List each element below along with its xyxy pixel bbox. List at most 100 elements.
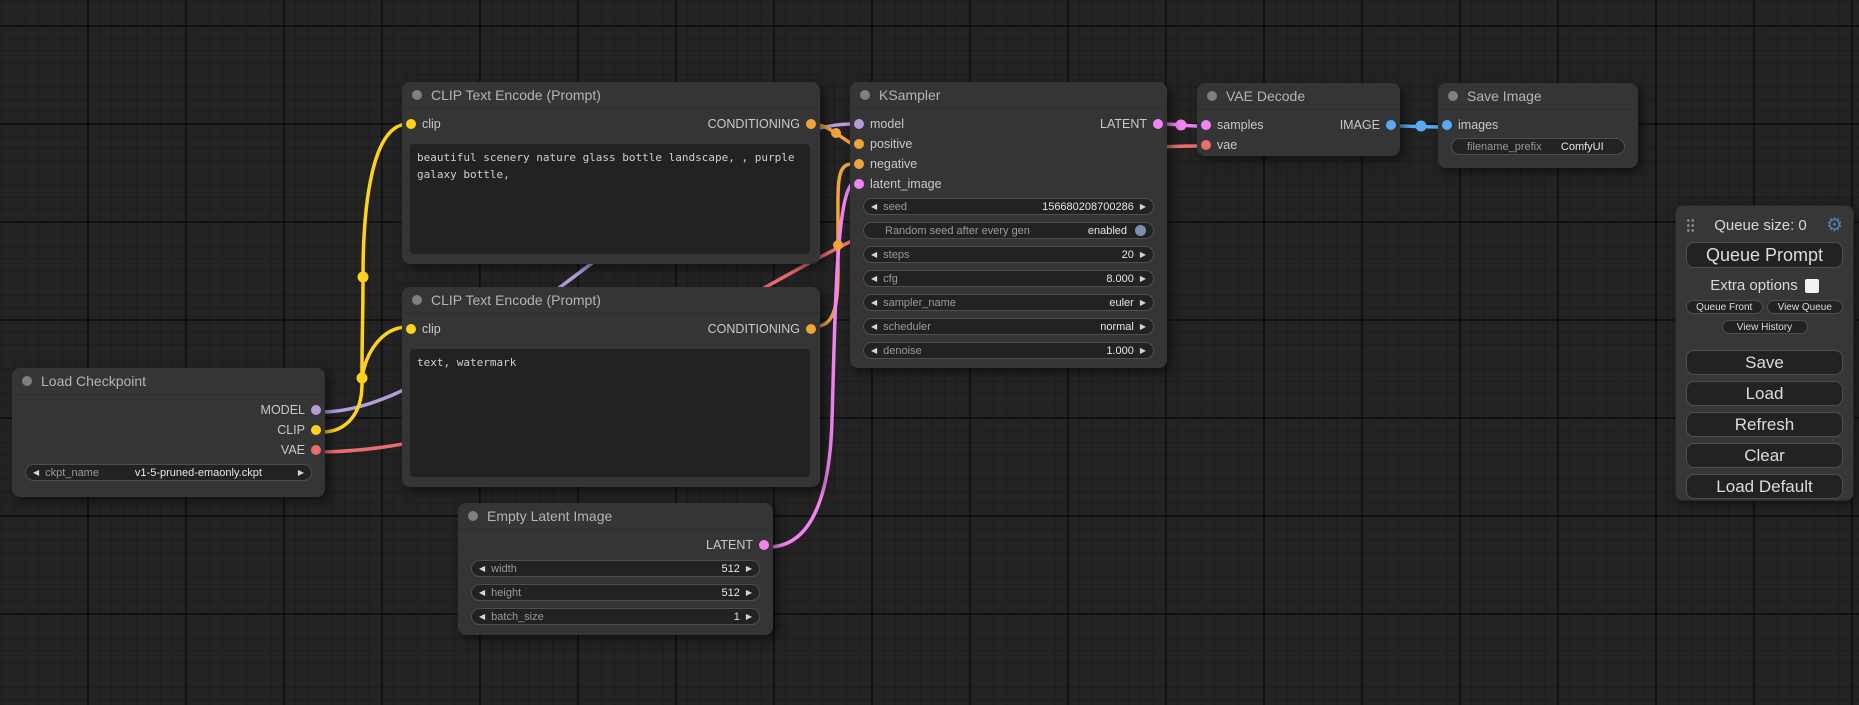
widget-value: 8.000 bbox=[1106, 273, 1134, 285]
node-header[interactable]: KSampler bbox=[850, 82, 1167, 109]
node-save-image[interactable]: Save Image images filename_prefix ComfyU… bbox=[1438, 83, 1638, 168]
queue-prompt-button[interactable]: Queue Prompt bbox=[1686, 242, 1843, 268]
link-dot-conditioning-neg[interactable] bbox=[833, 240, 843, 250]
output-label-conditioning: CONDITIONING bbox=[708, 322, 800, 336]
widget-value: 156680208700286 bbox=[1042, 201, 1134, 213]
output-port-latent[interactable] bbox=[1153, 119, 1163, 129]
increment-arrow-icon[interactable]: ▶ bbox=[1140, 347, 1146, 355]
input-port-negative[interactable] bbox=[854, 159, 864, 169]
collapse-dot-icon[interactable] bbox=[412, 295, 422, 305]
decrement-arrow-icon[interactable]: ◀ bbox=[871, 203, 877, 211]
drag-handle-icon[interactable] bbox=[1686, 218, 1695, 233]
increment-arrow-icon[interactable]: ▶ bbox=[746, 589, 752, 597]
decrement-arrow-icon[interactable]: ◀ bbox=[871, 347, 877, 355]
collapse-dot-icon[interactable] bbox=[412, 90, 422, 100]
node-vae-decode[interactable]: VAE Decode samples vae IMAGE bbox=[1197, 83, 1400, 156]
output-port-vae[interactable] bbox=[311, 445, 321, 455]
load-button[interactable]: Load bbox=[1686, 381, 1843, 406]
decrement-arrow-icon[interactable]: ◀ bbox=[871, 299, 877, 307]
widget-label: cfg bbox=[883, 273, 898, 285]
node-header[interactable]: VAE Decode bbox=[1197, 83, 1400, 110]
increment-arrow-icon[interactable]: ▶ bbox=[1140, 323, 1146, 331]
decrement-arrow-icon[interactable]: ◀ bbox=[479, 565, 485, 573]
link-dot-clip-1[interactable] bbox=[358, 272, 369, 283]
collapse-dot-icon[interactable] bbox=[860, 90, 870, 100]
prompt-textarea[interactable]: beautiful scenery nature glass bottle la… bbox=[410, 144, 810, 254]
node-empty-latent-image[interactable]: Empty Latent Image LATENT ◀ width 512 ▶ … bbox=[458, 503, 773, 635]
queue-size-label: Queue size: 0 bbox=[1695, 217, 1826, 234]
queue-front-button[interactable]: Queue Front bbox=[1686, 300, 1763, 314]
increment-arrow-icon[interactable]: ▶ bbox=[298, 469, 304, 477]
node-load-checkpoint[interactable]: Load Checkpoint MODEL CLIP VAE ◀ ckpt_na… bbox=[12, 368, 325, 497]
input-label-images: images bbox=[1458, 118, 1498, 132]
prompt-textarea[interactable]: text, watermark bbox=[410, 349, 810, 477]
link-dot-conditioning-pos[interactable] bbox=[831, 128, 841, 138]
widget-scheduler[interactable]: ◀ scheduler normal ▶ bbox=[863, 318, 1154, 335]
collapse-dot-icon[interactable] bbox=[1207, 91, 1217, 101]
input-label-positive: positive bbox=[870, 137, 912, 151]
node-header[interactable]: Empty Latent Image bbox=[458, 503, 773, 530]
widget-value: 1.000 bbox=[1106, 345, 1134, 357]
node-header[interactable]: CLIP Text Encode (Prompt) bbox=[402, 287, 820, 314]
input-port-latent-image[interactable] bbox=[854, 179, 864, 189]
settings-gear-icon[interactable]: ⚙ bbox=[1826, 216, 1843, 235]
decrement-arrow-icon[interactable]: ◀ bbox=[871, 251, 877, 259]
widget-cfg[interactable]: ◀ cfg 8.000 ▶ bbox=[863, 270, 1154, 287]
increment-arrow-icon[interactable]: ▶ bbox=[746, 565, 752, 573]
view-history-button[interactable]: View History bbox=[1722, 320, 1808, 334]
refresh-button[interactable]: Refresh bbox=[1686, 412, 1843, 437]
node-clip-text-encode-negative[interactable]: CLIP Text Encode (Prompt) clip CONDITION… bbox=[402, 287, 820, 487]
output-port-model[interactable] bbox=[311, 405, 321, 415]
output-port-image[interactable] bbox=[1386, 120, 1396, 130]
collapse-dot-icon[interactable] bbox=[468, 511, 478, 521]
queue-menu-panel[interactable]: Queue size: 0 ⚙ Queue Prompt Extra optio… bbox=[1675, 205, 1854, 501]
link-dot-clip-2[interactable] bbox=[357, 373, 368, 384]
output-port-latent[interactable] bbox=[759, 540, 769, 550]
output-port-clip[interactable] bbox=[311, 425, 321, 435]
widget-seed[interactable]: ◀ seed 156680208700286 ▶ bbox=[863, 198, 1154, 215]
view-queue-button[interactable]: View Queue bbox=[1767, 300, 1844, 314]
increment-arrow-icon[interactable]: ▶ bbox=[1140, 203, 1146, 211]
node-header[interactable]: Save Image bbox=[1438, 83, 1638, 110]
widget-height[interactable]: ◀ height 512 ▶ bbox=[471, 584, 760, 601]
output-port-conditioning[interactable] bbox=[806, 119, 816, 129]
node-header[interactable]: CLIP Text Encode (Prompt) bbox=[402, 82, 820, 109]
input-port-vae[interactable] bbox=[1201, 140, 1211, 150]
collapse-dot-icon[interactable] bbox=[1448, 91, 1458, 101]
increment-arrow-icon[interactable]: ▶ bbox=[1140, 275, 1146, 283]
decrement-arrow-icon[interactable]: ◀ bbox=[871, 323, 877, 331]
load-default-button[interactable]: Load Default bbox=[1686, 474, 1843, 499]
input-port-positive[interactable] bbox=[854, 139, 864, 149]
widget-value: v1-5-pruned-emaonly.ckpt bbox=[135, 467, 262, 479]
widget-label: ckpt_name bbox=[45, 467, 99, 479]
widget-batch-size[interactable]: ◀ batch_size 1 ▶ bbox=[471, 608, 760, 625]
widget-sampler-name[interactable]: ◀ sampler_name euler ▶ bbox=[863, 294, 1154, 311]
clear-button[interactable]: Clear bbox=[1686, 443, 1843, 468]
decrement-arrow-icon[interactable]: ◀ bbox=[479, 613, 485, 621]
link-dot-image[interactable] bbox=[1416, 121, 1427, 132]
extra-options-checkbox[interactable] bbox=[1805, 279, 1819, 293]
node-ksampler[interactable]: KSampler model positive negative latent_… bbox=[850, 82, 1167, 368]
widget-random-seed-toggle[interactable]: Random seed after every gen enabled bbox=[863, 222, 1154, 239]
toggle-dot-icon[interactable] bbox=[1135, 225, 1146, 236]
decrement-arrow-icon[interactable]: ◀ bbox=[33, 469, 39, 477]
decrement-arrow-icon[interactable]: ◀ bbox=[479, 589, 485, 597]
widget-ckpt-name[interactable]: ◀ ckpt_name v1-5-pruned-emaonly.ckpt ▶ bbox=[25, 464, 312, 481]
node-title: Load Checkpoint bbox=[41, 373, 146, 389]
node-clip-text-encode-positive[interactable]: CLIP Text Encode (Prompt) clip CONDITION… bbox=[402, 82, 820, 264]
increment-arrow-icon[interactable]: ▶ bbox=[1140, 299, 1146, 307]
widget-denoise[interactable]: ◀ denoise 1.000 ▶ bbox=[863, 342, 1154, 359]
widget-steps[interactable]: ◀ steps 20 ▶ bbox=[863, 246, 1154, 263]
collapse-dot-icon[interactable] bbox=[22, 376, 32, 386]
save-button[interactable]: Save bbox=[1686, 350, 1843, 375]
input-port-images[interactable] bbox=[1442, 120, 1452, 130]
link-dot-latent[interactable] bbox=[1176, 120, 1187, 131]
widget-filename-prefix[interactable]: filename_prefix ComfyUI bbox=[1451, 138, 1625, 155]
node-header[interactable]: Load Checkpoint bbox=[12, 368, 325, 395]
decrement-arrow-icon[interactable]: ◀ bbox=[871, 275, 877, 283]
output-port-conditioning[interactable] bbox=[806, 324, 816, 334]
widget-label: seed bbox=[883, 201, 907, 213]
increment-arrow-icon[interactable]: ▶ bbox=[1140, 251, 1146, 259]
increment-arrow-icon[interactable]: ▶ bbox=[746, 613, 752, 621]
widget-width[interactable]: ◀ width 512 ▶ bbox=[471, 560, 760, 577]
